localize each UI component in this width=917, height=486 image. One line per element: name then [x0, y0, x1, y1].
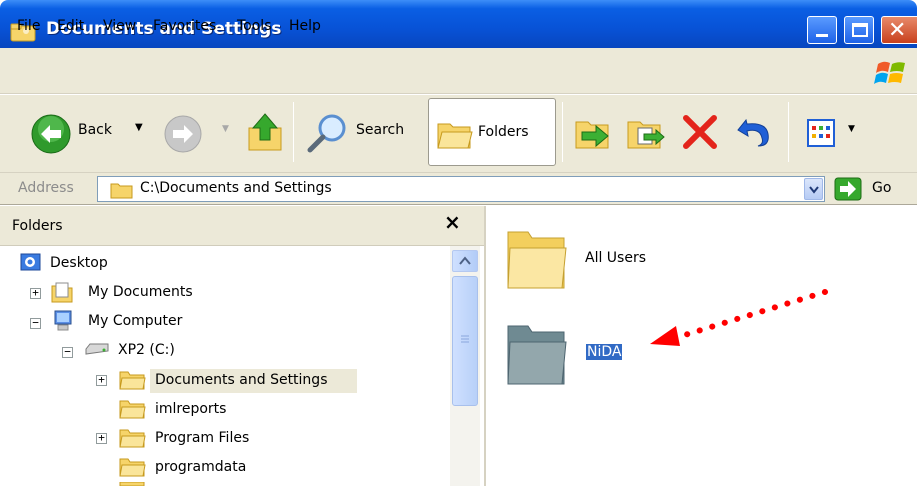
toolbar-separator [293, 102, 294, 162]
toolbar-separator [788, 102, 789, 162]
collapse-icon[interactable]: − [62, 346, 73, 358]
copy-to-icon[interactable] [626, 112, 666, 152]
expand-icon[interactable]: + [30, 287, 41, 299]
undo-icon[interactable] [734, 112, 774, 150]
views-dropdown-icon[interactable]: ▼ [848, 124, 855, 134]
move-to-icon[interactable] [574, 112, 614, 152]
back-button-label[interactable]: Back [78, 122, 112, 138]
forward-arrow-icon[interactable] [163, 114, 203, 154]
tree-item-documents-and-settings[interactable]: Documents and Settings [155, 372, 327, 388]
go-arrow-icon[interactable] [834, 177, 862, 201]
views-icon[interactable] [806, 118, 846, 148]
tree-item-program-files[interactable]: Program Files [155, 430, 249, 446]
forward-dropdown-icon[interactable]: ▼ [222, 124, 229, 134]
grip-icon [461, 335, 469, 343]
address-label: Address [18, 180, 74, 196]
folders-pane-title: Folders [12, 218, 63, 234]
chevron-down-icon [809, 186, 819, 194]
annotation-arrow-icon [650, 289, 828, 346]
folders-icon [437, 123, 473, 149]
menu-tools[interactable]: Tools [237, 18, 272, 34]
tree-item-desktop[interactable]: Desktop [50, 255, 108, 271]
back-arrow-icon[interactable] [30, 113, 72, 155]
close-icon: ✕ [888, 18, 907, 43]
toolbar-separator [562, 102, 563, 162]
address-value[interactable]: C:\Documents and Settings [140, 180, 332, 196]
collapse-icon[interactable]: − [30, 317, 41, 329]
folder-icon[interactable] [506, 320, 568, 388]
folder-icon[interactable] [506, 226, 568, 292]
folder-label-all-users[interactable]: All Users [585, 250, 646, 266]
menu-favorites[interactable]: Favorites [153, 18, 216, 34]
tree-item-programdata[interactable]: programdata [155, 459, 246, 475]
maximize-icon [852, 23, 868, 37]
menu-view[interactable]: View [103, 18, 136, 34]
desktop-icon [20, 253, 41, 271]
delete-icon[interactable] [682, 114, 718, 150]
folder-icon [119, 458, 146, 477]
back-dropdown-icon[interactable]: ▼ [135, 122, 143, 133]
tree-item-my-computer[interactable]: My Computer [88, 313, 182, 329]
hard-drive-icon [85, 343, 109, 355]
search-icon[interactable] [304, 112, 352, 156]
folder-icon [110, 183, 133, 199]
folders-pane-header [0, 206, 484, 246]
folder-icon [119, 371, 146, 390]
chevron-up-icon [459, 256, 471, 265]
minimize-button[interactable] [807, 16, 837, 44]
my-documents-icon [51, 282, 73, 303]
folder-icon [119, 400, 146, 419]
folder-icon [119, 429, 146, 448]
menu-file[interactable]: File [17, 18, 40, 34]
menu-help[interactable]: Help [289, 18, 321, 34]
windows-logo-icon [874, 61, 905, 84]
tree-item-drive-c[interactable]: XP2 (C:) [118, 342, 175, 358]
folder-label-nida[interactable]: NiDA [586, 344, 623, 360]
menu-bar [0, 48, 917, 94]
expand-icon[interactable]: + [96, 432, 107, 444]
search-button-label[interactable]: Search [356, 122, 404, 138]
tree-item-my-documents[interactable]: My Documents [88, 284, 193, 300]
folders-button-label: Folders [478, 124, 529, 140]
my-computer-icon [54, 310, 72, 331]
folder-icon [119, 482, 145, 486]
close-button[interactable]: ✕ [881, 16, 917, 44]
up-folder-icon[interactable] [245, 110, 285, 154]
tree-item-imlreports[interactable]: imlreports [155, 401, 226, 417]
minimize-icon [816, 34, 828, 37]
expand-icon[interactable]: + [96, 374, 107, 386]
close-pane-icon[interactable]: × [444, 210, 461, 234]
maximize-button[interactable] [844, 16, 874, 44]
menu-edit[interactable]: Edit [57, 18, 84, 34]
go-button-label[interactable]: Go [872, 180, 891, 196]
